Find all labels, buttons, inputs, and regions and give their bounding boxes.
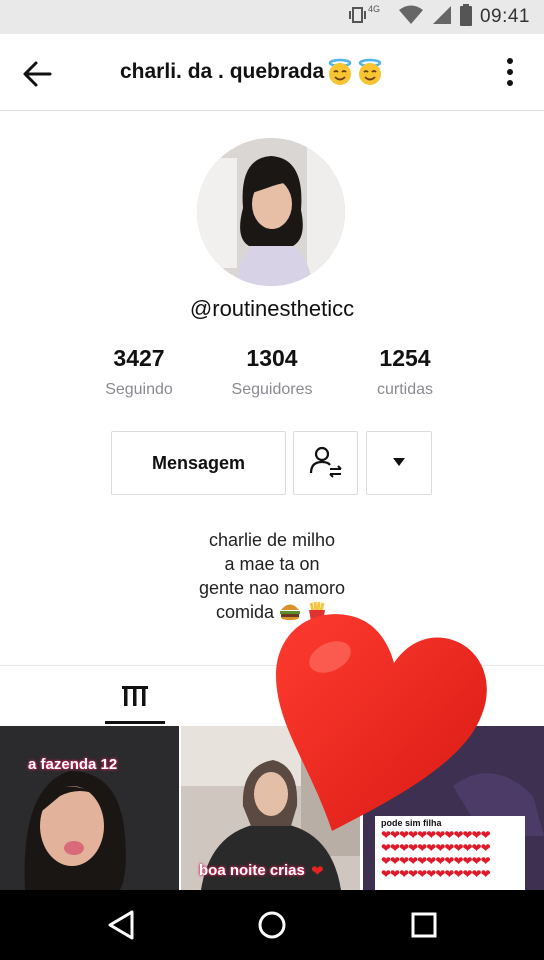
page-title: charli. da . quebrada <box>120 58 384 86</box>
bio-line-text: comida <box>215 602 274 622</box>
stat-following-value: 3427 <box>113 345 165 371</box>
status-icons: 4G 09:41 <box>348 3 530 31</box>
stat-followers[interactable]: 1304 Seguidores <box>202 345 342 399</box>
triangle-back-icon <box>102 910 142 949</box>
user-swap-icon <box>308 443 344 484</box>
vibrate-icon <box>348 5 370 30</box>
message-button[interactable]: Mensagem <box>111 431 286 495</box>
follow-status-button[interactable] <box>293 431 358 495</box>
stat-followers-label: Seguidores <box>231 381 313 398</box>
profile-header: charli. da . quebrada <box>0 34 544 111</box>
tab-videos-grid[interactable] <box>105 676 165 724</box>
suggestions-dropdown-button[interactable] <box>366 431 432 495</box>
stat-likes-value: 1254 <box>379 345 431 371</box>
square-recents-icon <box>404 912 444 949</box>
vertical-dots-icon <box>502 58 518 96</box>
active-tab-indicator <box>105 721 165 724</box>
video-caption: boa noite crias <box>199 862 305 879</box>
stat-following[interactable]: 3427 Seguindo <box>69 345 209 399</box>
more-options-button[interactable] <box>502 52 518 92</box>
video-thumbnail[interactable]: a fazenda 12 <box>0 726 179 890</box>
heart-icon <box>270 605 495 840</box>
profile-handle: @routinestheticc <box>189 296 355 321</box>
arrow-left-icon <box>18 61 58 98</box>
nav-back-button[interactable] <box>102 905 142 945</box>
nav-recents-button[interactable] <box>404 905 444 945</box>
heart-row: ❤❤❤❤❤❤❤❤❤❤❤❤ <box>381 867 491 881</box>
page-title-text: charli. da . quebrada <box>120 60 325 83</box>
avatar[interactable] <box>197 138 345 286</box>
video-caption: a fazenda 12 <box>28 756 118 773</box>
stat-following-label: Seguindo <box>105 381 173 398</box>
bio-line: gente nao namoro <box>198 578 346 598</box>
heart-emoji-icon: ❤ <box>311 863 324 880</box>
stat-followers-value: 1304 <box>246 345 298 371</box>
status-time: 09:41 <box>479 6 530 27</box>
stat-likes-label: curtidas <box>376 381 434 398</box>
signal-icon <box>432 5 452 30</box>
caret-down-icon <box>392 454 406 472</box>
battery-icon <box>459 3 472 31</box>
network-type-label: 4G <box>367 4 380 14</box>
nav-home-button[interactable] <box>252 905 292 945</box>
system-nav-bar <box>0 890 544 960</box>
circle-home-icon <box>252 911 292 949</box>
halo-emoji-icon <box>356 58 384 86</box>
bio-line: a mae ta on <box>224 554 320 574</box>
status-bar: 4G 09:41 <box>0 0 544 34</box>
bio-line: charlie de milho <box>208 530 336 550</box>
wifi-icon <box>398 5 424 30</box>
halo-emoji-icon <box>326 58 354 86</box>
stat-likes: 1254 curtidas <box>335 345 475 399</box>
back-button[interactable] <box>18 54 58 94</box>
